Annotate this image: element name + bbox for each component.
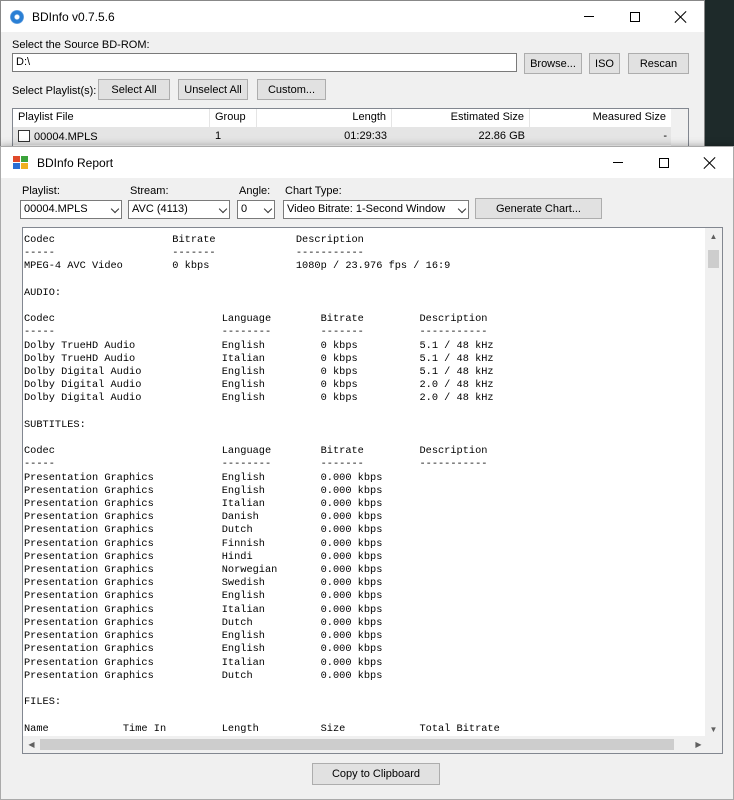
stream-select-value: AVC (4113)	[132, 203, 188, 215]
vertical-scroll-thumb[interactable]	[708, 250, 719, 268]
bdinfo-disc-icon	[10, 9, 24, 24]
select-all-button[interactable]: Select All	[98, 79, 170, 100]
close-button[interactable]	[658, 1, 704, 32]
stream-select[interactable]: AVC (4113)	[128, 200, 230, 219]
chevron-down-icon	[110, 204, 120, 214]
chart-type-select[interactable]: Video Bitrate: 1-Second Window	[283, 200, 469, 219]
report-titlebar: BDInfo Report	[1, 147, 733, 178]
iso-button[interactable]: ISO	[589, 53, 620, 74]
playlist-list-header: Playlist File Group Length Estimated Siz…	[13, 109, 688, 128]
minimize-icon	[584, 16, 594, 17]
chevron-down-icon	[218, 204, 228, 214]
source-label: Select the Source BD-ROM:	[12, 39, 150, 51]
close-icon	[675, 11, 687, 23]
column-estimated-size[interactable]: Estimated Size	[392, 109, 530, 127]
report-window-title: BDInfo Report	[37, 155, 114, 170]
scrollbar-corner	[705, 736, 722, 753]
source-path-input[interactable]: D:\	[12, 53, 517, 72]
report-horizontal-scrollbar[interactable]: ◀ ▶	[23, 736, 707, 753]
custom-button[interactable]: Custom...	[257, 79, 326, 100]
angle-select[interactable]: 0	[237, 200, 275, 219]
angle-select-value: 0	[241, 203, 248, 215]
row-length: 01:29:33	[344, 130, 387, 142]
maximize-icon	[659, 157, 669, 168]
minimize-button[interactable]	[566, 1, 612, 32]
main-window-title: BDInfo v0.7.5.6	[32, 9, 115, 24]
playlists-label: Select Playlist(s):	[12, 85, 97, 97]
maximize-button[interactable]	[612, 1, 658, 32]
table-row[interactable]: 00004.MPLS 1 01:29:33 22.86 GB -	[13, 128, 688, 145]
report-text-area[interactable]: Codec Bitrate Description ----- ------- …	[22, 227, 723, 754]
column-playlist-file[interactable]: Playlist File	[13, 109, 210, 127]
scroll-left-icon[interactable]: ◀	[23, 736, 40, 753]
close-icon	[704, 157, 716, 169]
row-playlist-file: 00004.MPLS	[34, 131, 98, 143]
report-minimize-button[interactable]	[595, 147, 641, 178]
report-vertical-scrollbar[interactable]: ▲ ▼	[705, 228, 722, 738]
unselect-all-button[interactable]: Unselect All	[178, 79, 248, 100]
chevron-down-icon	[457, 204, 467, 214]
scroll-up-icon[interactable]: ▲	[705, 228, 722, 245]
stream-label: Stream:	[130, 185, 169, 197]
rescan-button[interactable]: Rescan	[628, 53, 689, 74]
column-length[interactable]: Length	[257, 109, 392, 127]
report-content: Codec Bitrate Description ----- ------- …	[24, 234, 500, 735]
row-checkbox[interactable]	[18, 130, 30, 142]
browse-button[interactable]: Browse...	[524, 53, 582, 74]
report-maximize-button[interactable]	[641, 147, 687, 178]
row-measured-size: -	[663, 130, 667, 142]
row-estimated-size: 22.86 GB	[478, 130, 525, 142]
column-group[interactable]: Group	[210, 109, 257, 127]
bdinfo-report-window: BDInfo Report Playlist: 00004.MPLS Strea…	[0, 146, 734, 800]
copy-to-clipboard-button[interactable]: Copy to Clipboard	[312, 763, 440, 785]
row-group: 1	[215, 130, 222, 142]
angle-label: Angle:	[239, 185, 271, 197]
column-measured-size[interactable]: Measured Size	[530, 109, 672, 127]
minimize-icon	[613, 162, 623, 163]
chevron-down-icon	[263, 204, 273, 214]
generate-chart-button[interactable]: Generate Chart...	[475, 198, 602, 219]
maximize-icon	[630, 11, 640, 22]
report-app-icon	[13, 155, 29, 170]
report-close-button[interactable]	[687, 147, 733, 178]
horizontal-scroll-thumb[interactable]	[40, 739, 674, 750]
chart-type-select-value: Video Bitrate: 1-Second Window	[287, 203, 446, 215]
playlist-select-value: 00004.MPLS	[24, 203, 88, 215]
chart-type-label: Chart Type:	[285, 185, 342, 197]
playlist-label: Playlist:	[22, 185, 60, 197]
playlist-select[interactable]: 00004.MPLS	[20, 200, 122, 219]
main-titlebar: BDInfo v0.7.5.6	[1, 1, 704, 32]
